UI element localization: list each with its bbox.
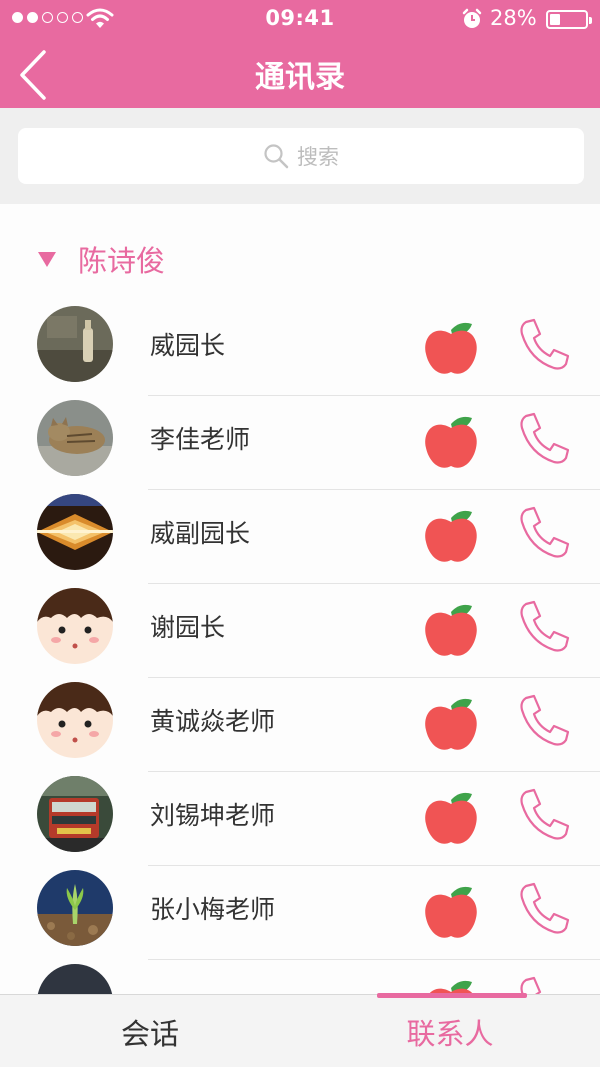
call-button[interactable] [516, 692, 570, 748]
tab-bar: 会话 联系人 [0, 993, 600, 1067]
call-button[interactable] [516, 880, 570, 936]
contact-row[interactable]: 谢园长 [0, 584, 600, 678]
apple-icon [420, 782, 482, 848]
phone-icon [520, 600, 570, 652]
search-icon [264, 144, 289, 169]
search-input[interactable]: 搜索 [18, 128, 584, 184]
contact-row[interactable]: 李佳老师 [0, 396, 600, 490]
apple-icon [420, 970, 482, 994]
page-title: 通讯录 [255, 60, 345, 95]
search-placeholder: 搜索 [297, 145, 339, 169]
phone-icon [520, 976, 542, 994]
apple-icon [420, 406, 482, 472]
apple-icon [420, 312, 482, 378]
phone-icon [520, 318, 570, 370]
phone-icon [520, 882, 570, 934]
contact-row[interactable]: 威园长 [0, 302, 600, 396]
contact-name: 威副园长 [150, 519, 251, 548]
contact-name: 张小梅老师 [150, 895, 276, 924]
avatar [37, 870, 113, 946]
top-bar: 09:41 28% 通讯录 [0, 0, 600, 108]
contact-name: 谢园长 [150, 613, 226, 642]
contact-row[interactable]: 黄诚焱老师 [0, 678, 600, 772]
status-bar: 09:41 28% [0, 0, 600, 38]
avatar [37, 494, 113, 570]
apple-icon [420, 876, 482, 942]
contact-name: 黄诚焱老师 [150, 707, 276, 736]
contact-name: 李佳老师 [150, 425, 251, 454]
contact-name: 刘锡坤老师 [150, 801, 276, 830]
caret-down-icon [38, 251, 56, 267]
contact-row[interactable]: 威副园长 [0, 490, 600, 584]
contact-row[interactable] [0, 960, 600, 994]
avatar [37, 964, 113, 994]
apple-icon [420, 688, 482, 754]
group-header[interactable]: 陈诗俊 [0, 234, 165, 284]
contact-rows: 威园长李佳老师威副园长谢园长黄诚焱老师刘锡坤老师张小梅老师 [0, 302, 600, 994]
contact-name: 威园长 [150, 331, 226, 360]
phone-icon [520, 788, 570, 840]
call-button[interactable] [516, 974, 570, 994]
avatar [37, 400, 113, 476]
battery-icon [546, 10, 592, 29]
contact-list: 陈诗俊 威园长李佳老师威副园长谢园长黄诚焱老师刘锡坤老师张小梅老师 [0, 204, 600, 994]
phone-icon [520, 412, 570, 464]
avatar [37, 776, 113, 852]
tab-contacts[interactable]: 联系人 [300, 995, 600, 1067]
search-area: 搜索 [0, 108, 600, 204]
avatar [37, 682, 113, 758]
avatar [37, 588, 113, 664]
apple-icon [420, 594, 482, 660]
phone-icon [520, 506, 570, 558]
call-button[interactable] [516, 504, 570, 560]
contact-row[interactable]: 张小梅老师 [0, 866, 600, 960]
call-button[interactable] [516, 786, 570, 842]
apple-icon [420, 500, 482, 566]
tab-conversations[interactable]: 会话 [0, 995, 300, 1067]
call-button[interactable] [516, 410, 570, 466]
alarm-icon [462, 8, 482, 28]
group-name: 陈诗俊 [78, 244, 166, 278]
battery-percentage: 28% [490, 6, 537, 30]
phone-icon [520, 694, 570, 746]
call-button[interactable] [516, 598, 570, 654]
avatar [37, 306, 113, 382]
call-button[interactable] [516, 316, 570, 372]
contact-row[interactable]: 刘锡坤老师 [0, 772, 600, 866]
